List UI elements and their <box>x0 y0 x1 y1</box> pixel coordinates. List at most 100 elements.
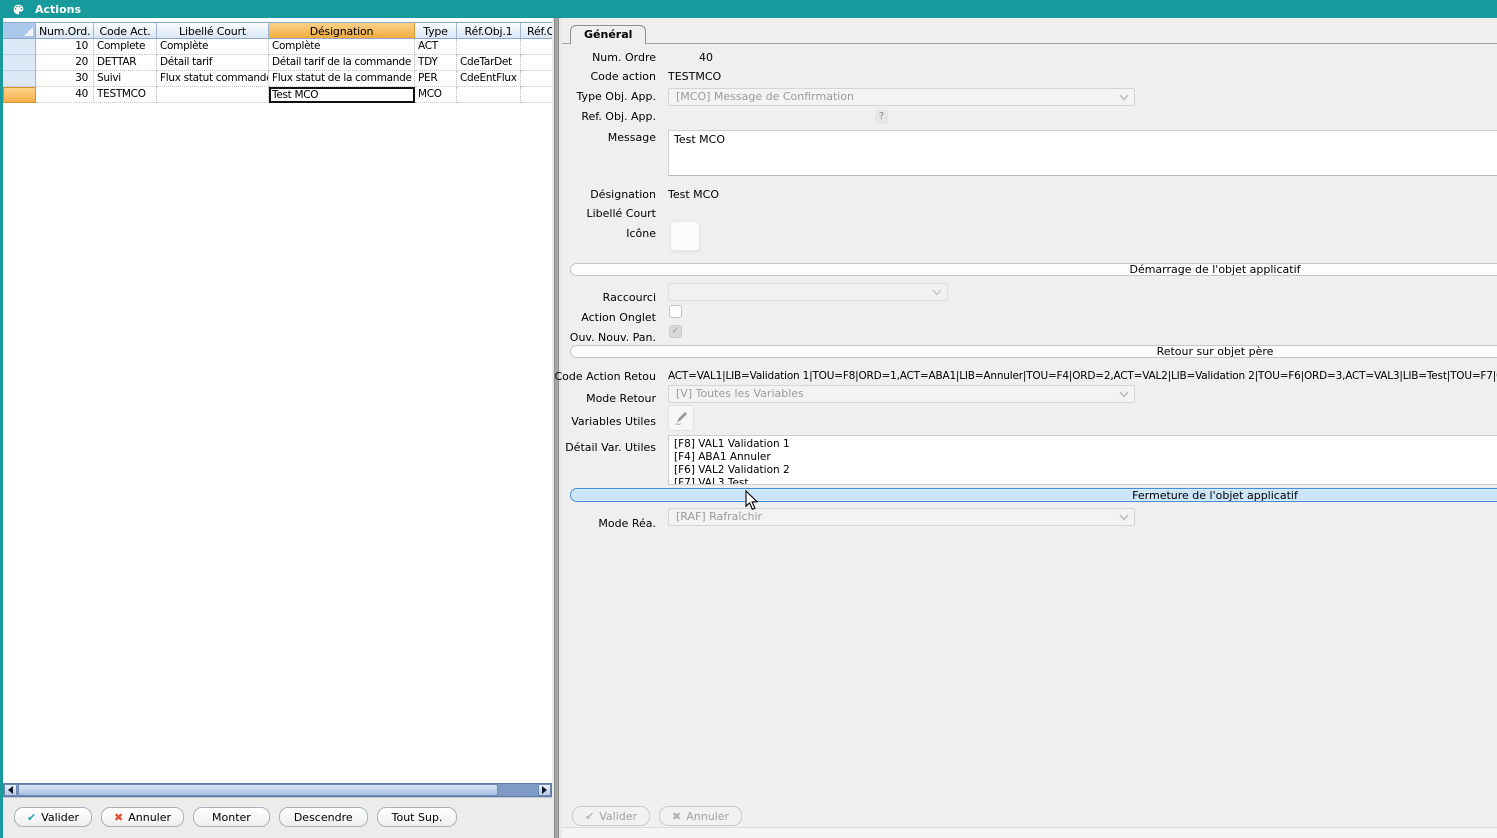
pen-icon <box>673 410 689 426</box>
ouv-nouv-pan-checkbox[interactable]: ✓ <box>669 325 682 338</box>
designation-label: Désignation <box>590 188 656 201</box>
variables-utiles-button[interactable] <box>668 405 694 431</box>
cell-designation[interactable]: Flux statut de la commande <box>269 71 415 87</box>
cell-ref1[interactable]: CdeTarDet <box>457 55 521 71</box>
header-ref-obj-2[interactable]: Réf.O <box>521 22 552 39</box>
app-window: Actions Num.Ord. Code Act. Libellé Court… <box>0 0 1497 838</box>
check-icon: ✔ <box>27 812 36 823</box>
cell-code-act[interactable]: Suivi <box>94 71 157 87</box>
detail-var-utiles-list[interactable]: [F8] VAL1 Validation 1 [F4] ABA1 Annuler… <box>668 435 1497 485</box>
code-action-label: Code action <box>590 70 656 83</box>
cell-designation[interactable]: Complète <box>269 39 415 55</box>
chevron-down-icon <box>1119 514 1129 521</box>
type-obj-dropdown[interactable]: [MCO] Message de Confirmation <box>668 88 1135 106</box>
tab-general[interactable]: Général <box>570 25 646 44</box>
mouse-cursor <box>745 490 759 511</box>
cell-libelle[interactable]: Complète <box>157 39 269 55</box>
cell-libelle[interactable] <box>157 87 269 103</box>
header-designation[interactable]: Désignation <box>269 22 415 39</box>
code-action-field[interactable]: TESTMCO <box>668 70 721 83</box>
list-item: [F8] VAL1 Validation 1 <box>674 438 1492 451</box>
cell-code-act[interactable]: Complete <box>94 39 157 55</box>
detail-form-panel: Général Num. Ordre 40 Code action TESTMC… <box>562 18 1497 838</box>
help-button[interactable]: ? <box>875 110 888 124</box>
left-arrow-icon <box>8 786 13 794</box>
check-icon: ✔ <box>585 811 594 822</box>
select-all-corner[interactable] <box>3 22 36 39</box>
cell-designation[interactable]: Détail tarif de la commande <box>269 55 415 71</box>
num-ordre-label: Num. Ordre <box>592 51 656 64</box>
cell-ref1[interactable]: CdeEntFlux <box>457 71 521 87</box>
x-icon: ✖ <box>114 812 123 823</box>
splitter-handle <box>554 18 559 838</box>
header-type[interactable]: Type <box>415 22 457 39</box>
title-bar: Actions <box>0 0 1497 18</box>
section-retour[interactable]: Retour sur objet père <box>570 345 1497 358</box>
cell-code-act[interactable]: TESTMCO <box>94 87 157 103</box>
cell-num-ord[interactable]: 40 <box>36 87 94 103</box>
row-selector[interactable] <box>3 39 36 55</box>
cell-ref2[interactable] <box>521 55 552 71</box>
message-textarea[interactable]: Test MCO <box>668 130 1497 176</box>
cell-ref1[interactable] <box>457 87 521 103</box>
row-selector-active[interactable] <box>3 87 36 103</box>
section-fermeture-highlighted[interactable]: Fermeture de l'objet applicatif <box>570 488 1497 502</box>
cell-libelle[interactable]: Flux statut commande <box>157 71 269 87</box>
cell-ref2[interactable] <box>521 39 552 55</box>
list-item: [F6] VAL2 Validation 2 <box>674 464 1492 477</box>
cell-num-ord[interactable]: 10 <box>36 39 94 55</box>
valider-button[interactable]: ✔Valider <box>14 807 92 827</box>
list-item: [F4] ABA1 Annuler <box>674 451 1492 464</box>
descendre-button[interactable]: Descendre <box>279 807 368 827</box>
cell-num-ord[interactable]: 20 <box>36 55 94 71</box>
chevron-down-icon <box>1119 391 1129 398</box>
valider-button-disabled[interactable]: ✔Valider <box>572 806 650 826</box>
action-onglet-checkbox[interactable] <box>669 305 682 318</box>
bottom-strip <box>562 827 1497 838</box>
cell-type[interactable]: TDY <box>415 55 457 71</box>
cell-num-ord[interactable]: 30 <box>36 71 94 87</box>
designation-field[interactable]: Test MCO <box>668 188 719 201</box>
raccourci-dropdown[interactable] <box>668 283 948 301</box>
cell-ref1[interactable] <box>457 39 521 55</box>
cell-libelle[interactable]: Détail tarif <box>157 55 269 71</box>
grid-button-bar: ✔Valider ✖Annuler Monter Descendre Tout … <box>3 797 552 838</box>
scroll-left-arrow[interactable] <box>4 784 17 796</box>
cell-designation-selected[interactable]: Test MCO <box>269 87 415 103</box>
cell-ref2[interactable] <box>521 71 552 87</box>
row-selector[interactable] <box>3 55 36 71</box>
cell-code-act[interactable]: DETTAR <box>94 55 157 71</box>
annuler-button[interactable]: ✖Annuler <box>101 807 184 827</box>
cell-type[interactable]: MCO <box>415 87 457 103</box>
header-libelle-court[interactable]: Libellé Court <box>157 22 269 39</box>
mode-retour-dropdown[interactable]: [V] Toutes les Variables <box>668 385 1135 403</box>
section-demarrage[interactable]: Démarrage de l'objet applicatif <box>570 263 1497 276</box>
panel-splitter[interactable] <box>552 18 562 838</box>
table-row-selected: 40 TESTMCO Test MCO MCO <box>3 87 552 103</box>
code-action-retour-field[interactable]: ACT=VAL1|LIB=Validation 1|TOU=F8|ORD=1,A… <box>668 370 1497 382</box>
cell-ref2[interactable] <box>521 87 552 103</box>
header-ref-obj-1[interactable]: Réf.Obj.1 <box>457 22 521 39</box>
scroll-right-arrow[interactable] <box>538 784 551 796</box>
x-icon: ✖ <box>672 811 681 822</box>
list-item: [F7] VAL3 Test <box>674 477 1492 485</box>
scrollbar-thumb[interactable] <box>18 784 498 796</box>
code-action-retour-label: Code Action Retou <box>554 370 656 383</box>
select-all-triangle-icon <box>24 27 33 36</box>
monter-button[interactable]: Monter <box>193 807 270 827</box>
cell-type[interactable]: PER <box>415 71 457 87</box>
ouv-nouv-pan-label: Ouv. Nouv. Pan. <box>570 331 656 344</box>
cell-type[interactable]: ACT <box>415 39 457 55</box>
header-num-ord[interactable]: Num.Ord. <box>36 22 94 39</box>
annuler-button-disabled[interactable]: ✖Annuler <box>659 806 742 826</box>
icone-picker[interactable] <box>670 221 700 251</box>
num-ordre-field[interactable]: 40 <box>699 51 713 64</box>
mode-rea-dropdown[interactable]: [RAF] Rafraîchir <box>668 508 1135 526</box>
palette-icon <box>12 3 25 16</box>
tout-sup-button[interactable]: Tout Sup. <box>377 807 458 827</box>
header-code-act[interactable]: Code Act. <box>94 22 157 39</box>
message-label: Message <box>608 131 656 144</box>
right-arrow-icon <box>542 786 547 794</box>
horizontal-scrollbar[interactable] <box>3 783 552 797</box>
row-selector[interactable] <box>3 71 36 87</box>
